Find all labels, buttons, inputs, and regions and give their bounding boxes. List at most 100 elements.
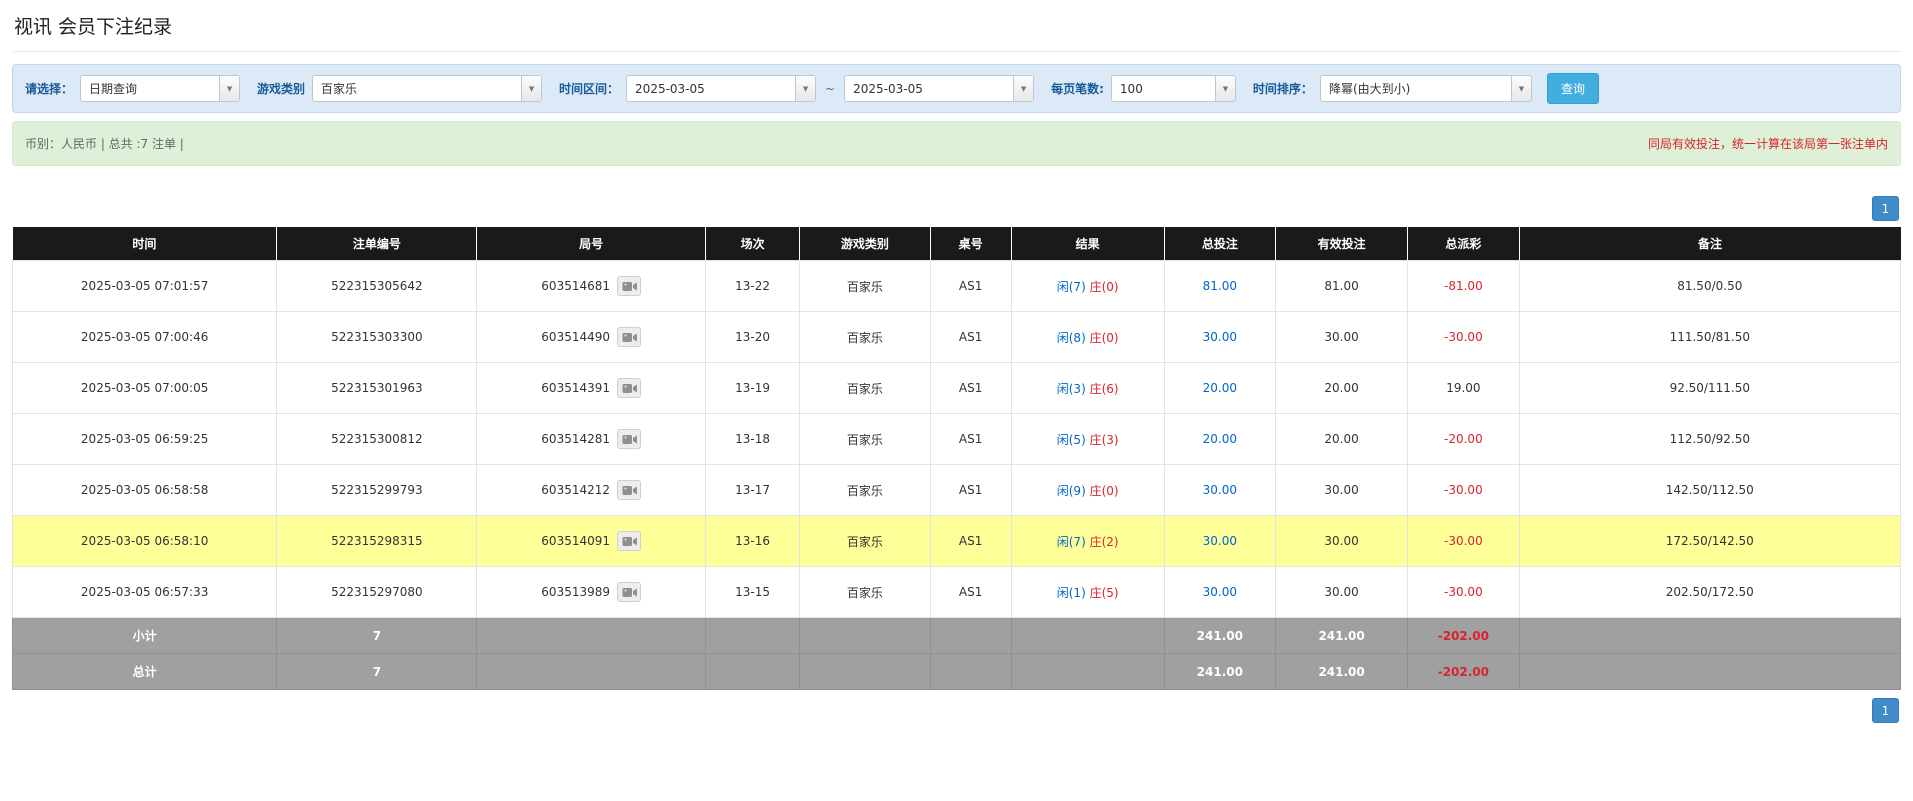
cell-remark: 112.50/92.50 (1519, 414, 1900, 465)
round-group: 603513989 (541, 582, 641, 602)
video-camera-icon[interactable] (617, 327, 641, 347)
page-title: 视讯 会员下注纪录 (12, 8, 1901, 52)
result-banker: 庄(6) (1090, 382, 1119, 396)
chevron-down-icon[interactable]: ▼ (795, 76, 815, 101)
total-valid-bet: 241.00 (1276, 654, 1408, 690)
table-row: 2025-03-05 06:57:33 522315297080 6035139… (13, 567, 1901, 618)
cell-total-bet[interactable]: 30.00 (1164, 516, 1275, 567)
cell-game-type: 百家乐 (800, 567, 930, 618)
cell-remark: 202.50/172.50 (1519, 567, 1900, 618)
cell-table-no: AS1 (930, 261, 1011, 312)
result-banker: 庄(2) (1090, 535, 1119, 549)
cell-round: 603514490 (477, 312, 705, 363)
search-button[interactable]: 查询 (1547, 73, 1599, 104)
empty-cell (800, 618, 930, 654)
game-type-input[interactable] (313, 76, 521, 101)
cell-result: 闲(5) 庄(3) (1011, 414, 1164, 465)
sort-input[interactable] (1321, 76, 1511, 101)
round-group: 603514490 (541, 327, 641, 347)
pagination-top: 1 (12, 196, 1899, 221)
per-page-input[interactable] (1112, 76, 1215, 101)
date-from-combobox[interactable]: ▼ (626, 75, 816, 102)
chevron-down-icon[interactable]: ▼ (1215, 76, 1235, 101)
result-player: 闲(7) (1057, 535, 1086, 549)
cell-valid-bet: 81.00 (1276, 261, 1408, 312)
cell-total-bet[interactable]: 30.00 (1164, 312, 1275, 363)
select-label: 请选择： (25, 80, 73, 97)
cell-time: 2025-03-05 07:00:46 (13, 312, 277, 363)
cell-time: 2025-03-05 06:58:58 (13, 465, 277, 516)
cell-table-no: AS1 (930, 465, 1011, 516)
result-banker: 庄(0) (1090, 331, 1119, 345)
table-body: 2025-03-05 07:01:57 522315305642 6035146… (13, 261, 1901, 618)
cell-result: 闲(7) 庄(2) (1011, 516, 1164, 567)
empty-cell (1011, 618, 1164, 654)
pagination-page-button[interactable]: 1 (1872, 698, 1899, 723)
subtotal-label: 小计 (13, 618, 277, 654)
table-row: 2025-03-05 06:59:25 522315300812 6035142… (13, 414, 1901, 465)
round-group: 603514091 (541, 531, 641, 551)
cell-game-type: 百家乐 (800, 363, 930, 414)
cell-time: 2025-03-05 07:01:57 (13, 261, 277, 312)
cell-round: 603514212 (477, 465, 705, 516)
total-row: 总计 7 241.00 241.00 -202.00 (13, 654, 1901, 690)
table-row: 2025-03-05 06:58:10 522315298315 6035140… (13, 516, 1901, 567)
query-type-combobox[interactable]: ▼ (80, 75, 240, 102)
video-camera-icon[interactable] (617, 429, 641, 449)
video-camera-icon[interactable] (617, 480, 641, 500)
cell-valid-bet: 30.00 (1276, 312, 1408, 363)
cell-game-type: 百家乐 (800, 465, 930, 516)
sort-label: 时间排序： (1253, 80, 1313, 97)
cell-total-bet[interactable]: 20.00 (1164, 363, 1275, 414)
empty-cell (705, 618, 799, 654)
sort-combobox[interactable]: ▼ (1320, 75, 1532, 102)
round-number: 603514281 (541, 432, 610, 446)
pagination-bottom: 1 (12, 698, 1899, 723)
filter-bar: 请选择： ▼ 游戏类别 ▼ 时间区间： ▼ ~ ▼ 每页笔数: ▼ 时间排序： … (12, 64, 1901, 113)
pagination-page-button[interactable]: 1 (1872, 196, 1899, 221)
empty-cell (477, 618, 705, 654)
cell-total-bet[interactable]: 20.00 (1164, 414, 1275, 465)
cell-payout: -30.00 (1408, 567, 1519, 618)
cell-bet-id: 522315305642 (277, 261, 477, 312)
date-range-separator: ~ (823, 82, 837, 96)
cell-payout: 19.00 (1408, 363, 1519, 414)
chevron-down-icon[interactable]: ▼ (521, 76, 541, 101)
chevron-down-icon[interactable]: ▼ (1511, 76, 1531, 101)
cell-remark: 172.50/142.50 (1519, 516, 1900, 567)
header-table-no: 桌号 (930, 227, 1011, 261)
cell-bet-id: 522315303300 (277, 312, 477, 363)
video-camera-icon[interactable] (617, 582, 641, 602)
cell-session: 13-17 (705, 465, 799, 516)
table-row: 2025-03-05 07:00:46 522315303300 6035144… (13, 312, 1901, 363)
cell-session: 13-20 (705, 312, 799, 363)
header-result: 结果 (1011, 227, 1164, 261)
table-row: 2025-03-05 06:58:58 522315299793 6035142… (13, 465, 1901, 516)
cell-table-no: AS1 (930, 516, 1011, 567)
date-to-combobox[interactable]: ▼ (844, 75, 1034, 102)
round-group: 603514391 (541, 378, 641, 398)
chevron-down-icon[interactable]: ▼ (219, 76, 239, 101)
cell-total-bet[interactable]: 30.00 (1164, 567, 1275, 618)
cell-total-bet[interactable]: 30.00 (1164, 465, 1275, 516)
round-group: 603514212 (541, 480, 641, 500)
video-camera-icon[interactable] (617, 276, 641, 296)
per-page-combobox[interactable]: ▼ (1111, 75, 1236, 102)
empty-cell (930, 654, 1011, 690)
game-type-combobox[interactable]: ▼ (312, 75, 542, 102)
chevron-down-icon[interactable]: ▼ (1013, 76, 1033, 101)
query-type-input[interactable] (81, 76, 219, 101)
cell-table-no: AS1 (930, 363, 1011, 414)
video-camera-icon[interactable] (617, 531, 641, 551)
cell-result: 闲(8) 庄(0) (1011, 312, 1164, 363)
cell-total-bet[interactable]: 81.00 (1164, 261, 1275, 312)
date-from-input[interactable] (627, 76, 795, 101)
cell-session: 13-19 (705, 363, 799, 414)
video-camera-icon[interactable] (617, 378, 641, 398)
summary-currency-count: 币别：人民币 | 总共 :7 注单 | (25, 135, 184, 152)
date-to-input[interactable] (845, 76, 1013, 101)
table-header-row: 时间 注单编号 局号 场次 游戏类别 桌号 结果 总投注 有效投注 总派彩 备注 (13, 227, 1901, 261)
cell-session: 13-16 (705, 516, 799, 567)
empty-cell (1519, 618, 1900, 654)
header-payout: 总派彩 (1408, 227, 1519, 261)
